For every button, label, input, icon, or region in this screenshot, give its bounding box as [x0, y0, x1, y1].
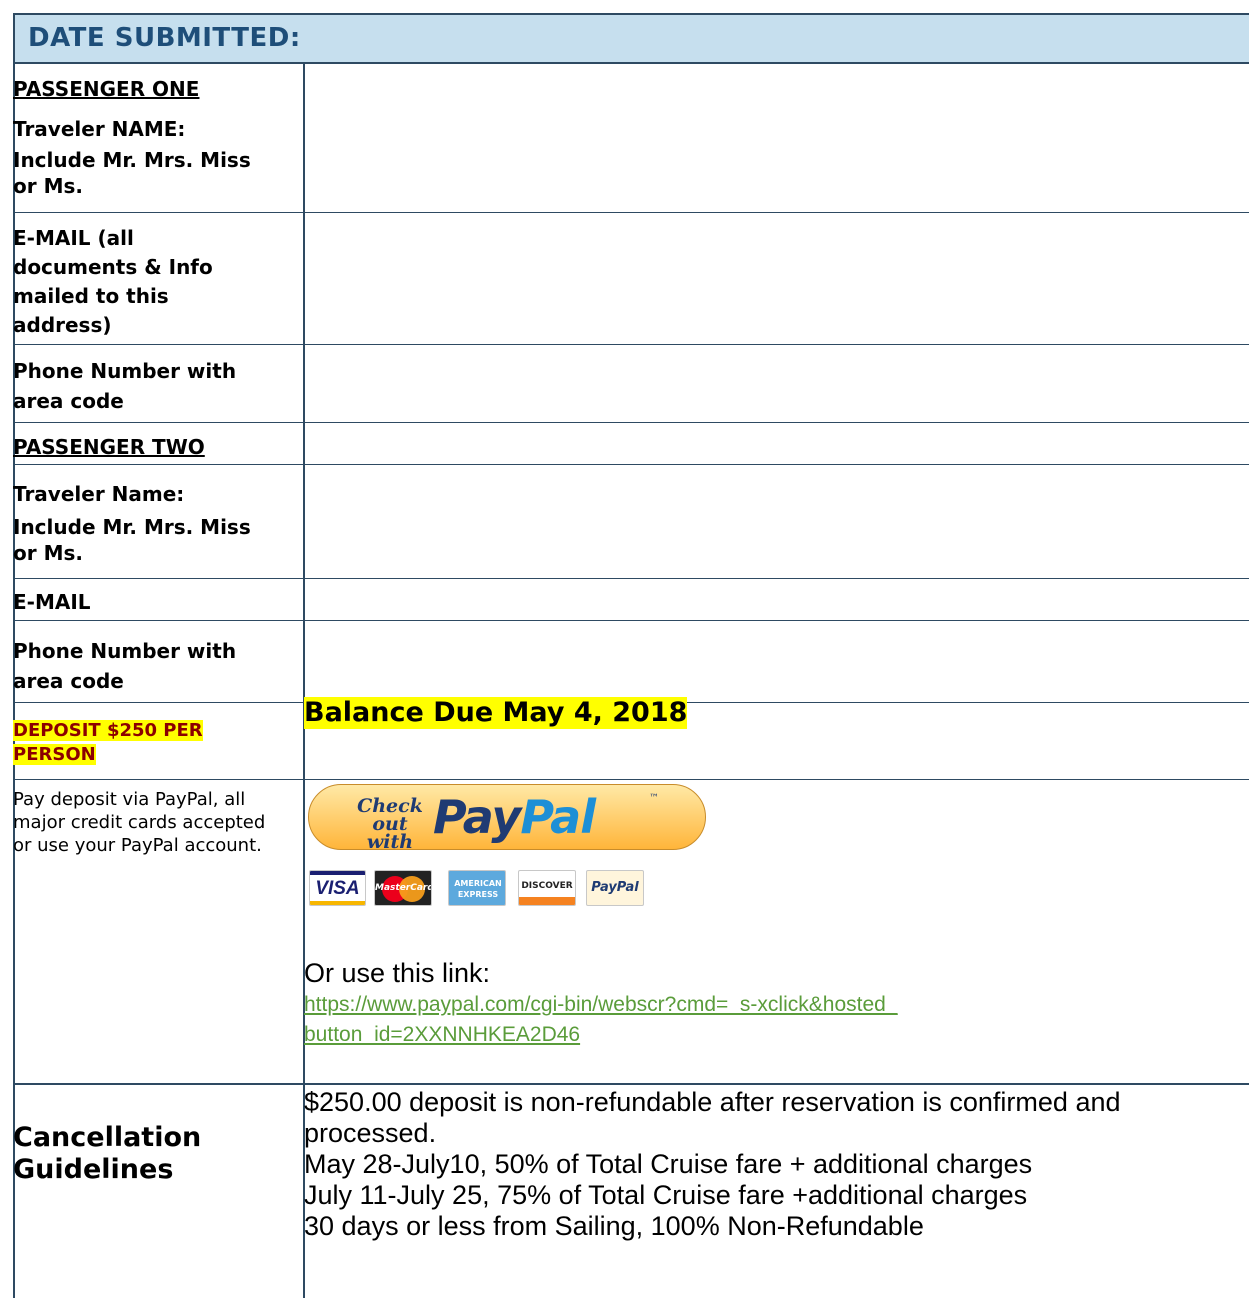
- cancellation-line: 30 days or less from Sailing, 100% Non-R…: [304, 1211, 924, 1241]
- passenger-one-phone-field[interactable]: [306, 346, 1249, 421]
- paypal-checkout-button[interactable]: Check out with PayPal ™: [308, 784, 706, 853]
- divider: [13, 779, 1249, 780]
- visa-card-icon: VISA: [309, 870, 366, 906]
- discover-card-icon: DISCOVER: [518, 870, 576, 906]
- passenger-one-email-field[interactable]: [306, 214, 1249, 343]
- paypal-card-icon: PayPal: [586, 870, 644, 906]
- cancellation-line: July 11-July 25, 75% of Total Cruise far…: [304, 1180, 1028, 1210]
- cancellation-guidelines: $250.00 deposit is non-refundable after …: [304, 1087, 1234, 1242]
- passenger-two-name-field[interactable]: [306, 466, 1249, 577]
- or-use-link-text: Or use this link:: [304, 958, 491, 988]
- cancellation-title: Cancellation Guidelines: [13, 1122, 202, 1185]
- passenger-one-name-field[interactable]: [306, 64, 1249, 211]
- traveler-name-hint: Include Mr. Mrs. Miss or Ms.: [13, 148, 251, 198]
- divider: [13, 464, 1249, 465]
- traveler-name-label: Traveler NAME:: [13, 117, 186, 141]
- payment-instructions: Pay deposit via PayPal, all major credit…: [13, 789, 266, 856]
- divider: [13, 212, 1249, 213]
- form-header: DATE SUBMITTED:: [15, 15, 1249, 64]
- divider: [13, 620, 1249, 621]
- passenger-one-heading: PASSENGER ONE: [13, 77, 200, 101]
- phone-label: Phone Number with area code: [13, 639, 237, 693]
- email-label: E-MAIL (all documents & Info mailed to t…: [13, 226, 213, 337]
- traveler-name-label: Traveler Name:: [13, 482, 185, 506]
- mastercard-icon: MasterCard: [374, 870, 432, 906]
- divider: [13, 344, 1249, 345]
- passenger-two-heading: PASSENGER TWO: [13, 435, 205, 459]
- cancellation-line: $250.00 deposit is non-refundable after …: [304, 1087, 1121, 1148]
- paypal-logo: PayPal: [433, 790, 596, 844]
- trademark-icon: ™: [649, 793, 659, 804]
- balance-due: Balance Due May 4, 2018: [304, 697, 688, 729]
- date-submitted-label: DATE SUBMITTED:: [28, 23, 301, 53]
- deposit-label: DEPOSIT $250 PER PERSON: [13, 720, 203, 765]
- email-label: E-MAIL: [13, 590, 91, 614]
- cancellation-line: May 28-July10, 50% of Total Cruise fare …: [304, 1149, 1033, 1179]
- divider: [13, 422, 1249, 423]
- passenger-two-phone-field[interactable]: [306, 622, 1249, 701]
- american-express-icon: AMERICAN EXPRESS: [448, 870, 506, 906]
- phone-label: Phone Number with area code: [13, 359, 237, 413]
- paypal-checkout-text: Check out with: [357, 795, 423, 853]
- paypal-link[interactable]: https://www.paypal.com/cgi-bin/webscr?cm…: [304, 990, 904, 1050]
- traveler-name-hint: Include Mr. Mrs. Miss or Ms.: [13, 515, 251, 565]
- divider: [13, 578, 1249, 579]
- divider: [13, 1083, 1249, 1085]
